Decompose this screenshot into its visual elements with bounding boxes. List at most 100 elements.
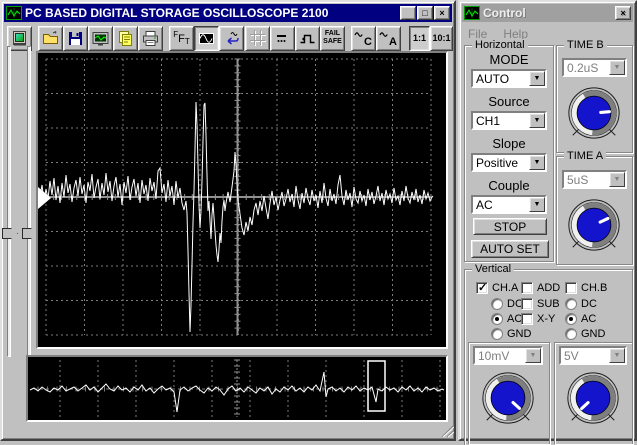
time-b-select[interactable]: 0.2uS ▼	[562, 58, 627, 77]
minimize-button[interactable]: _	[400, 6, 416, 20]
time-a-knob[interactable]	[565, 196, 623, 254]
fft-button[interactable]: FFT	[169, 25, 194, 51]
stop-button[interactable]: STOP	[473, 218, 547, 235]
pulse-trigger-button[interactable]	[295, 25, 320, 51]
source-label: Source	[488, 94, 530, 109]
arrow-wave-icon	[227, 31, 239, 45]
window-title: PC BASED DIGITAL STORAGE OSCILLOSCOPE 21…	[25, 6, 329, 20]
control-window: Control × File Help Horizontal MODE AUTO…	[458, 0, 637, 445]
add-checkbox[interactable]: ADD	[521, 282, 560, 294]
zoom-window-marker[interactable]	[367, 360, 386, 412]
control-app-icon	[464, 6, 480, 20]
probe-1-1-icon: 1:1	[412, 32, 426, 43]
time-b-label: TIME B	[564, 39, 607, 51]
chb-knob[interactable]	[564, 369, 622, 427]
control-title-bar[interactable]: Control ×	[462, 4, 633, 22]
sine-c-icon: C	[354, 29, 373, 48]
fft-icon: FFT	[173, 29, 190, 46]
notes-icon	[119, 30, 132, 46]
print-button[interactable]	[138, 25, 163, 51]
toolbar: FFT FAIL SAFE C A 1:1 10:1	[4, 24, 453, 52]
time-b-knob[interactable]	[565, 84, 623, 142]
chb-panel: 5V ▼	[554, 342, 633, 444]
grid-icon	[249, 30, 266, 46]
exit-icon	[13, 30, 26, 45]
slope-select[interactable]: Positive ▼	[471, 153, 547, 172]
dotted-grid-button[interactable]	[270, 25, 295, 51]
chevron-down-icon[interactable]: ▼	[529, 197, 545, 212]
chb-checkbox[interactable]: CH.B	[565, 282, 607, 294]
failsafe-button[interactable]: FAIL SAFE	[320, 25, 345, 51]
chevron-down-icon: ▼	[609, 348, 625, 363]
chb-ac-radio[interactable]: AC	[565, 313, 596, 325]
dash-dot-icon	[277, 34, 286, 42]
chevron-down-icon[interactable]: ▼	[529, 155, 545, 170]
cha-gnd-radio[interactable]: GND	[491, 328, 531, 340]
cha-panel: 10mV ▼	[468, 342, 550, 444]
cha-knob[interactable]	[479, 369, 537, 427]
probe-10-1-button[interactable]: 10:1	[430, 25, 453, 51]
time-a-label: TIME A	[564, 150, 607, 162]
notes-button[interactable]	[113, 25, 138, 51]
cal-c-button[interactable]: C	[351, 25, 376, 51]
failsafe-icon: FAIL SAFE	[323, 30, 342, 45]
waveform-display-button[interactable]	[194, 25, 219, 51]
mode-label: MODE	[489, 52, 529, 67]
probe-10-1-icon: 10:1	[432, 32, 451, 43]
vertical-group-label: Vertical	[472, 263, 515, 275]
sine-a-icon: A	[379, 29, 398, 48]
overview-scope	[26, 355, 448, 422]
trigger-arrow-button[interactable]	[219, 25, 244, 51]
horizontal-group-label: Horizontal	[472, 39, 528, 51]
chevron-down-icon: ▼	[525, 348, 541, 363]
control-close-button[interactable]: ×	[615, 6, 631, 20]
cha-checkbox[interactable]: CH.A	[476, 281, 518, 294]
chevron-down-icon: ▼	[609, 60, 625, 75]
position-slider-thumb-a[interactable]	[2, 228, 18, 239]
xy-checkbox[interactable]: X-Y	[521, 313, 555, 325]
time-b-group: TIME B 0.2uS ▼	[556, 39, 633, 153]
cha-dc-radio[interactable]: DC	[491, 298, 523, 310]
autoset-button[interactable]: AUTO SET	[471, 240, 549, 258]
cha-ac-radio[interactable]: AC	[491, 313, 522, 325]
open-button[interactable]	[38, 25, 63, 51]
chb-dc-radio[interactable]: DC	[565, 298, 597, 310]
vertical-group: Vertical CH.A ADD CH.B DC SUB DC AC X-Y …	[464, 263, 633, 445]
position-slider-track-a[interactable]	[7, 46, 11, 357]
chevron-down-icon[interactable]: ▼	[529, 71, 545, 86]
sine-display-icon	[199, 32, 214, 44]
position-slider-track-b[interactable]	[27, 46, 31, 357]
pulse-icon	[300, 34, 315, 43]
time-a-select[interactable]: 5uS ▼	[562, 170, 627, 189]
resize-grip[interactable]	[438, 422, 454, 438]
save-floppy-icon	[69, 31, 82, 45]
main-title-bar[interactable]: PC BASED DIGITAL STORAGE OSCILLOSCOPE 21…	[4, 4, 452, 22]
mode-select[interactable]: AUTO ▼	[471, 69, 547, 88]
cha-range-select[interactable]: 10mV ▼	[473, 346, 543, 365]
grid-toggle-button[interactable]	[245, 25, 270, 51]
horizontal-group: Horizontal MODE AUTO ▼ Source CH1 ▼ Slop…	[464, 39, 554, 262]
save-button[interactable]	[63, 25, 88, 51]
source-select[interactable]: CH1 ▼	[471, 111, 547, 130]
probe-1-1-button[interactable]: 1:1	[409, 25, 430, 51]
slope-label: Slope	[492, 136, 526, 151]
chevron-down-icon[interactable]: ▼	[529, 113, 545, 128]
printer-icon	[143, 30, 158, 46]
main-window: PC BASED DIGITAL STORAGE OSCILLOSCOPE 21…	[0, 0, 456, 441]
time-a-group: TIME A 5uS ▼	[556, 150, 633, 265]
maximize-button[interactable]: □	[417, 6, 433, 20]
control-window-title: Control	[483, 6, 526, 20]
chevron-down-icon: ▼	[609, 172, 625, 187]
open-folder-icon	[43, 30, 58, 44]
couple-label: Couple	[488, 178, 530, 193]
chb-range-select[interactable]: 5V ▼	[559, 346, 627, 365]
chb-gnd-radio[interactable]: GND	[565, 328, 605, 340]
close-button[interactable]: ×	[434, 6, 450, 20]
display-capture-button[interactable]	[88, 25, 113, 51]
app-icon	[6, 6, 22, 20]
sub-checkbox[interactable]: SUB	[521, 298, 560, 310]
cal-a-button[interactable]: A	[376, 25, 401, 51]
capture-screen-icon	[92, 31, 109, 45]
couple-select[interactable]: AC ▼	[471, 195, 547, 214]
main-scope	[36, 51, 448, 349]
